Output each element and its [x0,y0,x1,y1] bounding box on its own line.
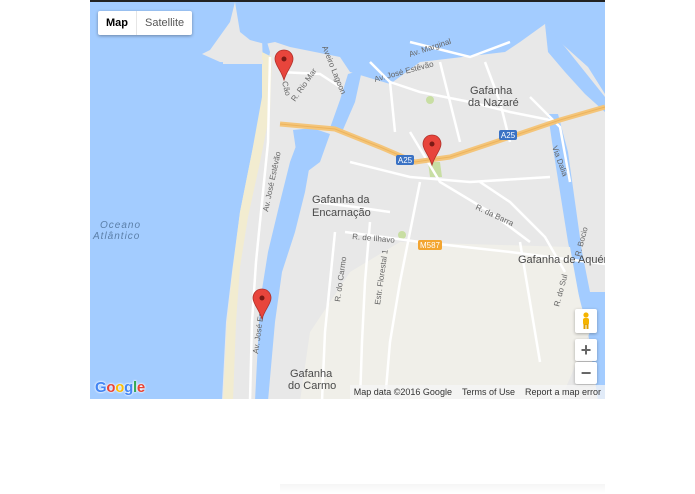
svg-text:A25: A25 [501,131,516,140]
page-shadow [280,484,605,494]
map-type-satellite-button[interactable]: Satellite [137,11,192,35]
shield-a25-east: A25 [499,130,517,140]
place-label: Gafanha de Aquém [518,254,605,266]
park [426,96,434,104]
pegman-icon [583,312,589,329]
place-label: Encarnação [312,207,371,219]
place-label: Gafanha [290,368,333,380]
zoom-in-button[interactable]: + [575,339,597,361]
shield-a25-west: A25 [396,155,414,165]
svg-text:M587: M587 [420,241,441,250]
place-label: Gafanha [470,85,513,97]
map-type-control: Map Satellite [98,11,193,35]
map-footer: Map data ©2016 Google Terms of Use Repor… [349,385,605,399]
park [398,231,406,239]
place-label: Gafanha da [312,194,370,206]
ocean-label: Oceano [100,220,141,231]
place-label: da Nazaré [468,97,519,109]
ocean-label: Atlântico [92,231,140,242]
map-canvas[interactable]: A25 A25 M587 Oceano Atlântico Gafanha da… [90,2,605,399]
shield-m587: M587 [418,240,442,250]
breakwater [223,60,263,64]
street-view-pegman-button[interactable] [575,309,597,333]
svg-text:A25: A25 [398,156,413,165]
report-error-link[interactable]: Report a map error [525,387,601,397]
map-attribution: Map data ©2016 Google [353,387,452,397]
google-logo[interactable]: Google [95,379,145,396]
place-label: do Carmo [288,380,336,392]
map-container[interactable]: A25 A25 M587 Oceano Atlântico Gafanha da… [90,0,605,399]
zoom-out-button[interactable]: − [575,362,597,384]
map-type-map-button[interactable]: Map [98,11,137,35]
terms-link[interactable]: Terms of Use [462,387,515,397]
